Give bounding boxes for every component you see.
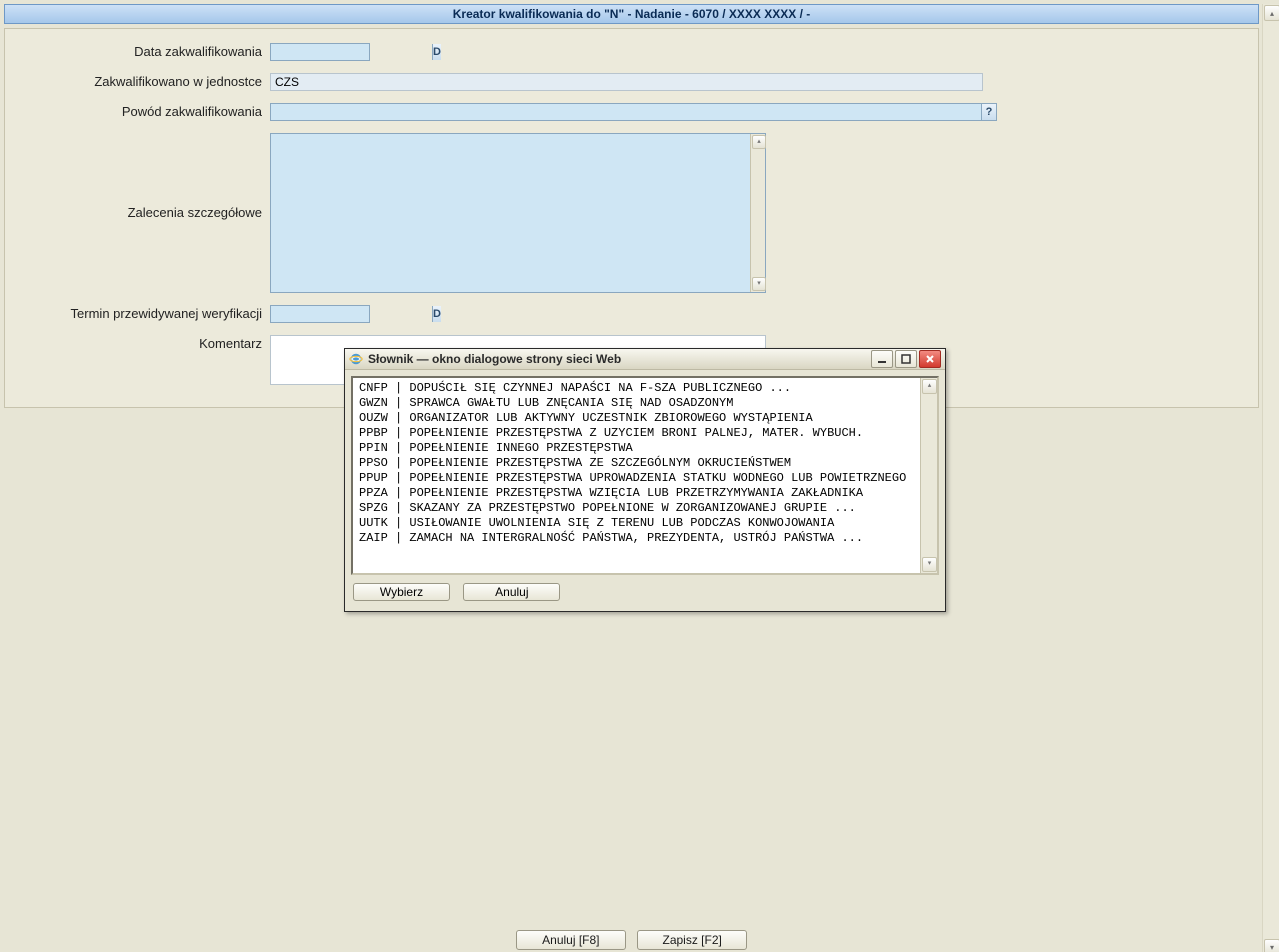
maximize-button[interactable] bbox=[895, 350, 917, 368]
date-picker-button[interactable]: D bbox=[432, 306, 441, 322]
zalecenia-szczegolowe-field[interactable]: ▴ ▾ bbox=[270, 133, 766, 293]
save-button[interactable]: Zapisz [F2] bbox=[637, 930, 747, 950]
label-zakwalifikowano-w-jednostce: Zakwalifikowano w jednostce bbox=[5, 73, 270, 91]
scroll-down-icon[interactable]: ▾ bbox=[922, 557, 937, 572]
dialog-cancel-button[interactable]: Anuluj bbox=[463, 583, 560, 601]
label-powod-zakwalifikowania: Powód zakwalifikowania bbox=[5, 103, 270, 121]
zalecenia-szczegolowe-input[interactable] bbox=[271, 134, 755, 294]
scroll-up-icon[interactable]: ▴ bbox=[922, 379, 937, 394]
slownik-list-content[interactable]: CNFP | DOPUŚCIŁ SIĘ CZYNNEJ NAPAŚCI NA F… bbox=[353, 378, 937, 549]
powod-zakwalifikowania-input[interactable] bbox=[271, 104, 981, 120]
listbox-scrollbar[interactable]: ▴ ▾ bbox=[920, 378, 937, 573]
termin-weryfikacji-field[interactable]: D bbox=[270, 305, 370, 323]
slownik-listbox[interactable]: CNFP | DOPUŚCIŁ SIĘ CZYNNEJ NAPAŚCI NA F… bbox=[351, 376, 939, 575]
bottom-toolbar: Anuluj [F8] Zapisz [F2] bbox=[0, 930, 1263, 950]
zakwalifikowano-w-jednostce-field: CZS bbox=[270, 73, 983, 91]
slownik-dialog: Słownik — okno dialogowe strony sieci We… bbox=[344, 348, 946, 612]
close-button[interactable] bbox=[919, 350, 941, 368]
data-zakwalifikowania-input[interactable] bbox=[271, 44, 432, 60]
scroll-down-icon[interactable]: ▾ bbox=[1264, 939, 1279, 952]
scroll-up-icon[interactable]: ▴ bbox=[1264, 5, 1279, 21]
scroll-up-icon[interactable]: ▴ bbox=[752, 135, 766, 149]
powod-zakwalifikowania-field[interactable]: ? bbox=[270, 103, 997, 121]
label-data-zakwalifikowania: Data zakwalifikowania bbox=[5, 43, 270, 61]
dialog-titlebar[interactable]: Słownik — okno dialogowe strony sieci We… bbox=[345, 349, 945, 370]
choose-button[interactable]: Wybierz bbox=[353, 583, 450, 601]
dialog-buttons: Wybierz Anuluj bbox=[351, 575, 939, 605]
textarea-scrollbar[interactable]: ▴ ▾ bbox=[750, 134, 765, 292]
ie-icon bbox=[349, 352, 363, 366]
label-komentarz: Komentarz bbox=[5, 335, 270, 353]
page-title: Kreator kwalifikowania do "N" - Nadanie … bbox=[4, 4, 1259, 24]
date-picker-button[interactable]: D bbox=[432, 44, 441, 60]
page-scrollbar[interactable]: ▴ ▾ bbox=[1262, 4, 1279, 952]
termin-weryfikacji-input[interactable] bbox=[271, 306, 432, 322]
dialog-body: CNFP | DOPUŚCIŁ SIĘ CZYNNEJ NAPAŚCI NA F… bbox=[345, 370, 945, 611]
label-zalecenia-szczegolowe: Zalecenia szczegółowe bbox=[5, 133, 270, 293]
lookup-button[interactable]: ? bbox=[981, 104, 996, 120]
label-termin-weryfikacji: Termin przewidywanej weryfikacji bbox=[5, 305, 270, 323]
data-zakwalifikowania-field[interactable]: D bbox=[270, 43, 370, 61]
scroll-down-icon[interactable]: ▾ bbox=[752, 277, 766, 291]
cancel-button[interactable]: Anuluj [F8] bbox=[516, 930, 626, 950]
minimize-button[interactable] bbox=[871, 350, 893, 368]
dialog-title: Słownik — okno dialogowe strony sieci We… bbox=[368, 352, 869, 366]
app-viewport: ▴ ▾ Kreator kwalifikowania do "N" - Nada… bbox=[0, 4, 1279, 952]
